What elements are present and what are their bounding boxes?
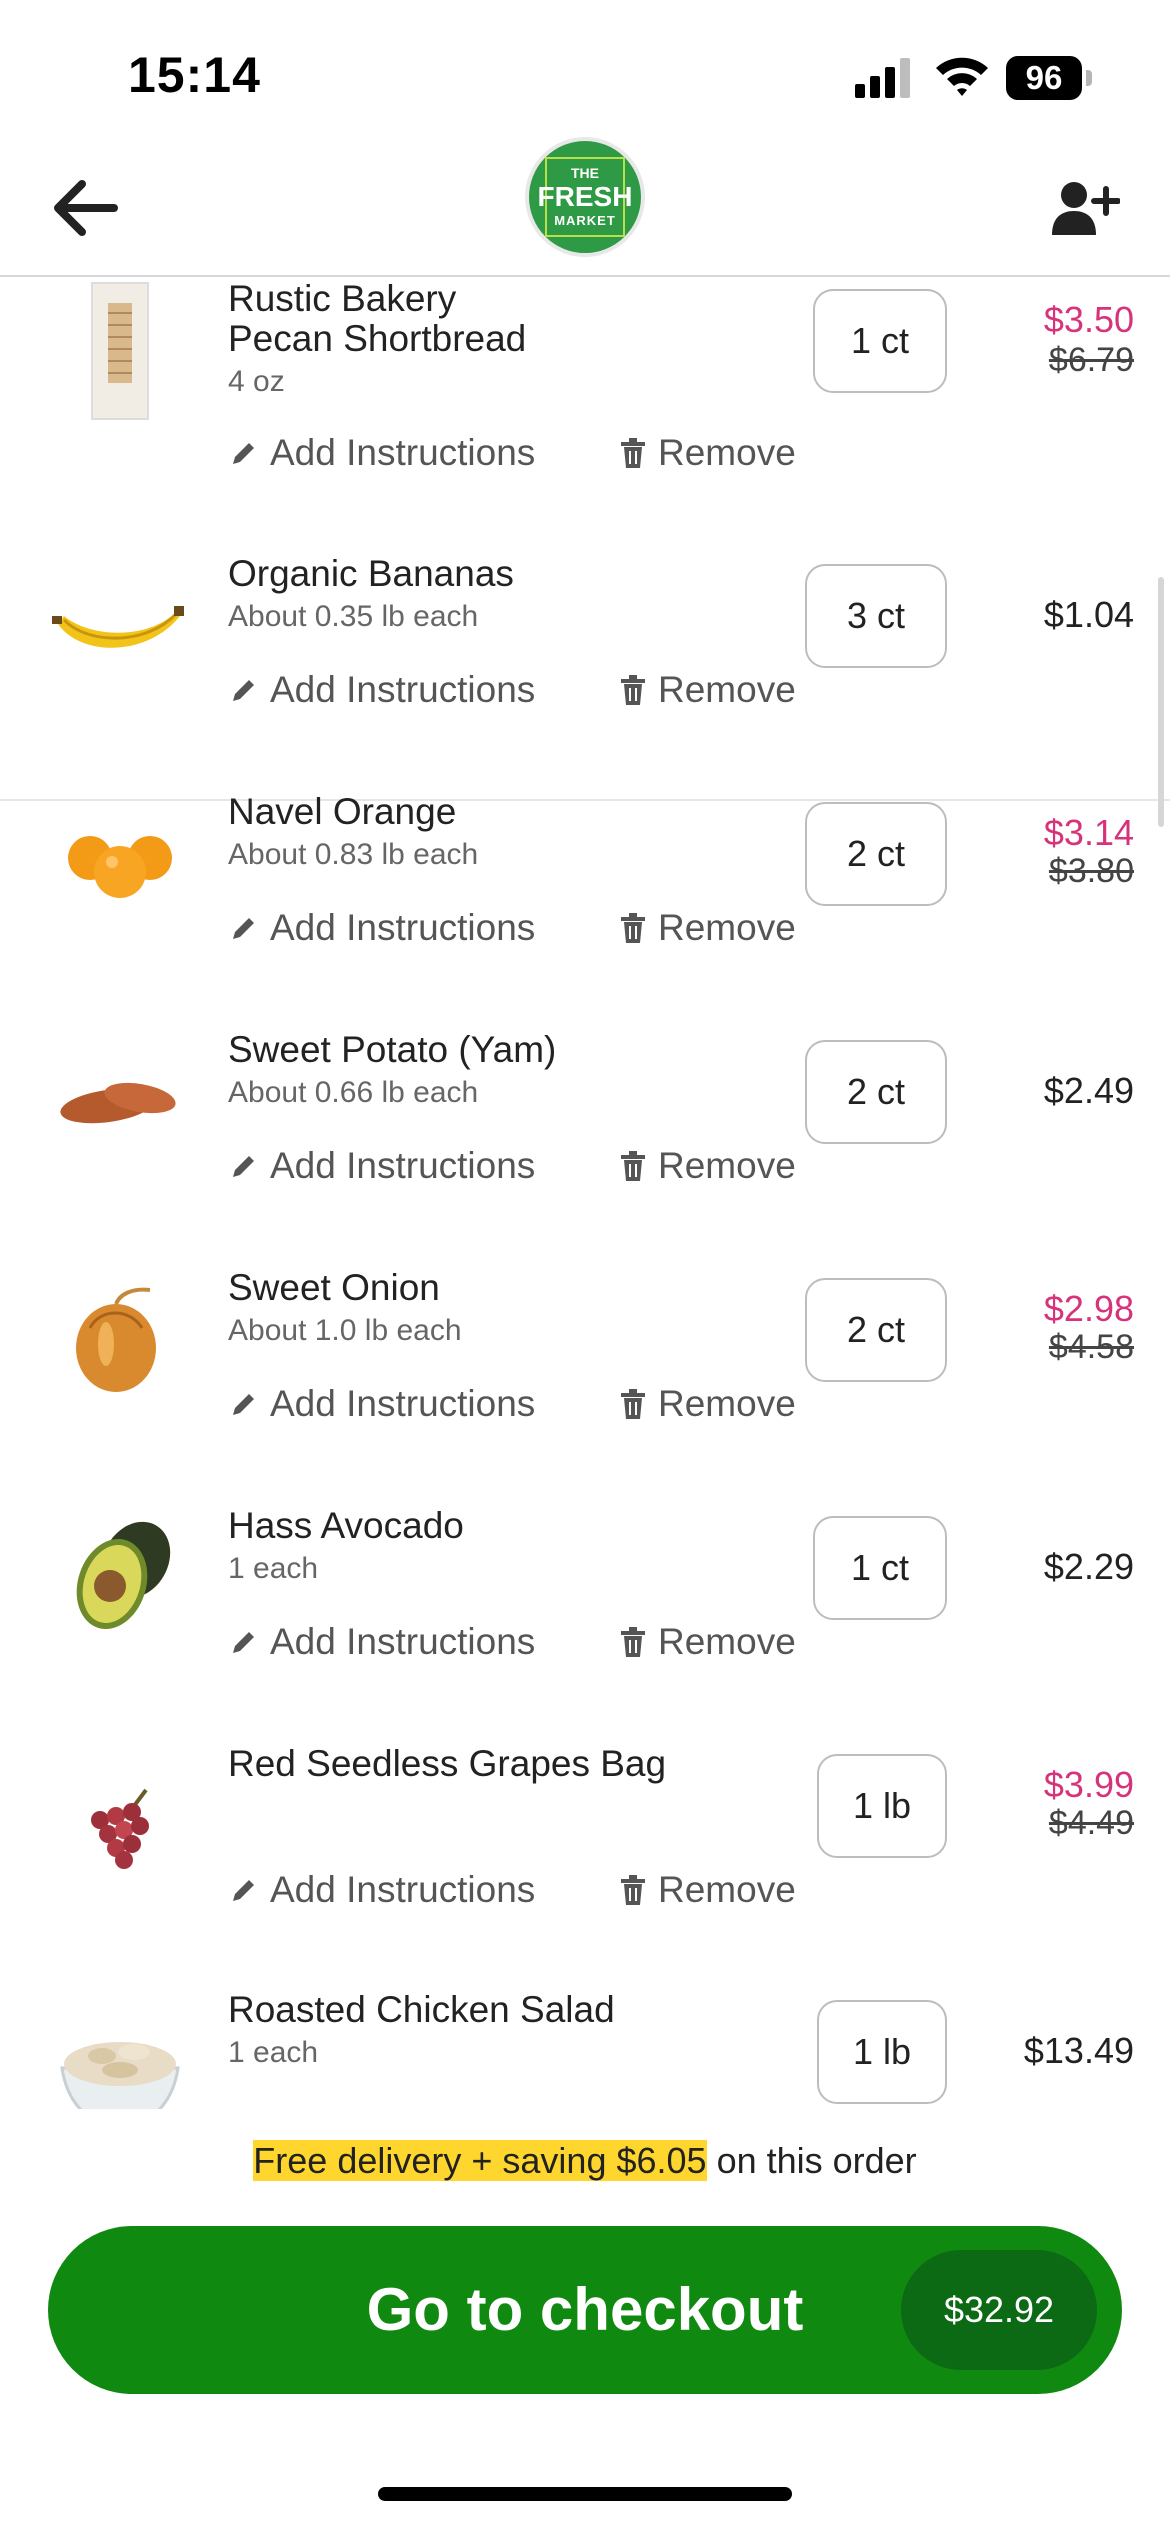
price: $1.04 — [1043, 594, 1134, 635]
item-name: Roasted Chicken Salad — [228, 1989, 615, 2030]
back-arrow-icon[interactable] — [48, 175, 124, 241]
trash-icon — [621, 675, 645, 705]
item-name: Red Seedless Grapes Bag — [228, 1743, 667, 1784]
battery-icon: 96 — [1006, 56, 1094, 100]
sale-price: $3.14 — [1043, 812, 1134, 853]
pencil-icon — [233, 443, 254, 464]
item-name-line2: Pecan Shortbread — [228, 318, 527, 359]
price: $2.29 — [1043, 1546, 1134, 1587]
item-detail: 1 each — [228, 1552, 319, 1585]
original-price: $4.58 — [1048, 1328, 1134, 1366]
pencil-icon — [233, 918, 254, 939]
pencil-icon — [233, 1394, 254, 1415]
sale-price: $2.98 — [1043, 1288, 1134, 1329]
store-logo: THE FRESH MARKET — [525, 137, 645, 257]
checkout-button[interactable]: Go to checkout $32.92 — [48, 2226, 1122, 2394]
add-instructions-button[interactable]: Add Instructions — [230, 1869, 535, 1911]
savings-message: Free delivery + saving $6.05 on this ord… — [0, 2140, 1170, 2182]
item-name: Sweet Onion — [228, 1267, 440, 1308]
quantity-selector[interactable]: 2 ct — [805, 1278, 947, 1382]
home-indicator[interactable] — [378, 2487, 792, 2501]
quantity-selector[interactable]: 1 lb — [817, 1754, 947, 1858]
chicken-salad-icon — [60, 2042, 180, 2109]
wifi-icon — [936, 57, 988, 96]
trash-icon — [621, 1151, 645, 1181]
remove-button[interactable]: Remove — [620, 1383, 796, 1425]
item-name: Hass Avocado — [228, 1505, 464, 1546]
item-name: Navel Orange — [228, 791, 457, 832]
remove-button[interactable]: Remove — [620, 907, 796, 949]
orange-icon — [68, 836, 172, 898]
remove-button[interactable]: Remove — [620, 1869, 796, 1911]
checkout-panel: Free delivery + saving $6.05 on this ord… — [0, 2110, 1170, 2532]
quantity-selector[interactable]: 1 ct — [813, 1516, 947, 1620]
order-total: $32.92 — [901, 2250, 1097, 2370]
savings-highlight: Free delivery + saving $6.05 — [253, 2140, 707, 2181]
pencil-icon — [233, 680, 254, 701]
sale-price: $3.50 — [1043, 299, 1134, 340]
trash-icon — [621, 1875, 645, 1905]
original-price: $4.49 — [1048, 1804, 1134, 1842]
status-bar: 15:14 96 — [0, 0, 1170, 135]
add-instructions-button[interactable]: Add Instructions — [230, 1145, 535, 1187]
quantity-selector[interactable]: 1 lb — [817, 2000, 947, 2104]
quantity-selector[interactable]: 2 ct — [805, 802, 947, 906]
cellular-signal-icon — [855, 58, 910, 98]
trash-icon — [621, 1627, 645, 1657]
item-detail: About 0.83 lb each — [228, 838, 479, 871]
pencil-icon — [233, 1880, 254, 1901]
pencil-icon — [233, 1632, 254, 1653]
item-detail: 4 oz — [228, 365, 285, 398]
sweet-potato-icon — [60, 1082, 176, 1124]
sale-price: $3.99 — [1043, 1764, 1134, 1805]
add-instructions-button[interactable]: Add Instructions — [230, 1621, 535, 1663]
cart-item-list[interactable]: Rustic Bakery Pecan Shortbread 4 oz 1 ct… — [0, 277, 1170, 2109]
add-instructions-button[interactable]: Add Instructions — [230, 1383, 535, 1425]
item-detail: About 0.66 lb each — [228, 1076, 479, 1109]
app-header: THE FRESH MARKET — [0, 135, 1170, 277]
item-name: Rustic Bakery — [228, 278, 457, 319]
savings-suffix: on this order — [706, 2140, 917, 2181]
battery-level: 96 — [1025, 59, 1063, 96]
scrollbar[interactable] — [1158, 577, 1164, 827]
cookie-box-icon — [91, 282, 149, 420]
trash-icon — [621, 913, 645, 943]
quantity-selector[interactable]: 1 ct — [813, 289, 947, 393]
trash-icon — [621, 438, 645, 468]
quantity-selector[interactable]: 3 ct — [805, 564, 947, 668]
item-detail: 1 each — [228, 2036, 319, 2069]
add-instructions-button[interactable]: Add Instructions — [230, 669, 535, 711]
original-price: $6.79 — [1048, 341, 1134, 379]
trash-icon — [621, 1389, 645, 1419]
item-name: Sweet Potato (Yam) — [228, 1029, 557, 1070]
item-name: Organic Bananas — [228, 553, 514, 594]
original-price: $3.80 — [1048, 852, 1134, 890]
remove-button[interactable]: Remove — [620, 1145, 796, 1187]
item-detail: About 0.35 lb each — [228, 600, 479, 633]
remove-button[interactable]: Remove — [620, 1621, 796, 1663]
pencil-icon — [233, 1156, 254, 1177]
status-time: 15:14 — [128, 47, 261, 103]
remove-button[interactable]: Remove — [620, 432, 796, 474]
avocado-icon — [76, 1521, 171, 1629]
banana-icon — [52, 606, 184, 648]
remove-button[interactable]: Remove — [620, 669, 796, 711]
add-instructions-button[interactable]: Add Instructions — [230, 907, 535, 949]
price: $2.49 — [1043, 1070, 1134, 1111]
onion-icon — [76, 1287, 156, 1392]
add-instructions-button[interactable]: Add Instructions — [230, 432, 535, 474]
quantity-selector[interactable]: 2 ct — [805, 1040, 947, 1144]
price: $13.49 — [1023, 2030, 1134, 2071]
item-detail: About 1.0 lb each — [228, 1314, 462, 1347]
add-person-icon[interactable] — [1050, 175, 1120, 245]
grapes-icon — [91, 1788, 149, 1869]
